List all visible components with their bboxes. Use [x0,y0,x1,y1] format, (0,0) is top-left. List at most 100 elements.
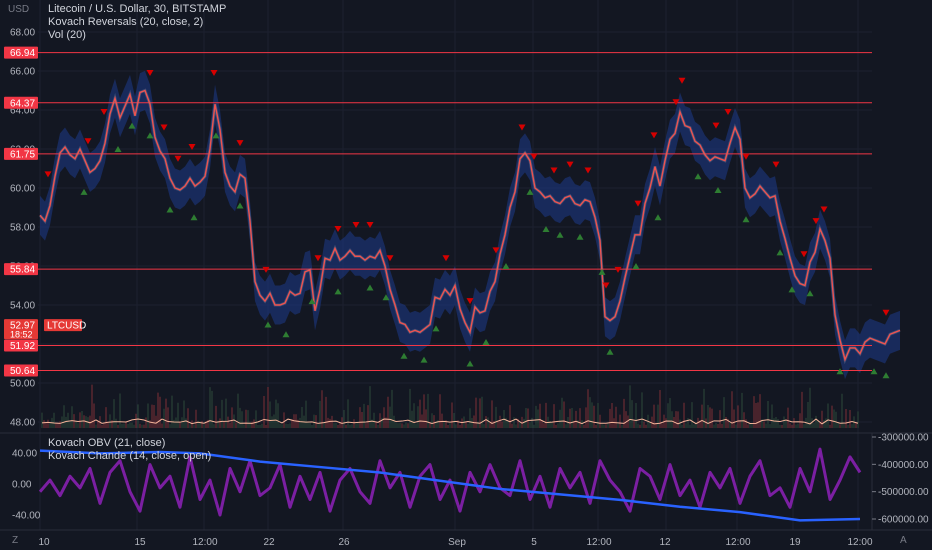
osc-tick-label: 40.00 [12,449,37,460]
time-tick-label: 10 [38,537,50,548]
sell-marker [442,255,450,262]
study-volume[interactable]: Vol (20) [48,29,86,42]
osc-tick-label: -40.00 [12,511,41,522]
level-tag-text: 51.92 [10,341,35,352]
sell-marker [650,132,658,139]
sell-marker [772,161,780,168]
time-tick-label: 12 [659,537,671,548]
buy-marker [556,231,564,238]
price-tick-label: 60.00 [10,184,35,195]
sell-marker [160,124,168,131]
buy-marker [432,325,440,332]
time-tick-label: 12:00 [847,537,872,548]
symbol-title[interactable]: Litecoin / U.S. Dollar, 30, BITSTAMP [48,3,226,16]
buy-marker [576,233,584,240]
level-tag-text: 50.64 [10,366,35,377]
level-tag: 50.64 [4,364,38,377]
buy-marker [80,188,88,195]
time-tick-label: Sep [448,537,466,548]
buy-marker [598,268,606,275]
time-tick-label: 12:00 [725,537,750,548]
sell-marker [100,108,108,115]
price-tag-countdown: 18:52 [10,330,33,340]
sell-marker [882,309,890,316]
level-tag: 61.75 [4,147,38,160]
price-tick-label: 50.00 [10,379,35,390]
price-tick-label: 48.00 [10,418,35,429]
study-kovach-reversals[interactable]: Kovach Reversals (20, close, 2) [48,16,203,29]
sell-marker [634,200,642,207]
sell-marker [210,69,218,76]
level-tag-text: 61.75 [10,149,35,160]
sell-marker [584,167,592,174]
time-tick-label: 15 [134,537,146,548]
level-tag: 55.84 [4,263,38,276]
buy-marker [482,339,490,346]
sell-marker [518,124,526,131]
chart-canvas[interactable]: 68.0066.0064.0062.0060.0058.0056.0054.00… [0,0,932,550]
sell-marker [566,161,574,168]
price-tick-label: 66.00 [10,67,35,78]
buy-marker [466,360,474,367]
buy-marker [190,214,198,221]
symbol-tag-text: LTCUSD [47,321,86,332]
buy-marker [836,368,844,375]
level-tag-text: 64.37 [10,98,35,109]
sell-marker [614,266,622,273]
sell-marker [550,167,558,174]
obv-tick-label: -400000.00 [878,460,929,471]
sell-marker [236,140,244,147]
buy-marker [882,372,890,379]
time-tick-label: 5 [531,537,537,548]
obv-axis[interactable]: -300000.00 -400000.00 -500000.00 -600000.00 [871,433,929,531]
osc-tick-label: 0.00 [12,480,32,491]
time-tick-label: 26 [338,537,350,548]
obv-tick-label: -600000.00 [878,515,929,526]
time-tick-label: 19 [789,537,801,548]
time-tick-label: 12:00 [192,537,217,548]
obv-tick-label: -300000.00 [878,433,929,444]
buy-marker [366,284,374,291]
buy-marker [870,368,878,375]
buy-marker [334,288,342,295]
time-tick-label: 22 [263,537,275,548]
buy-marker [420,356,428,363]
volume-bars [41,384,859,428]
level-tag: 66.94 [4,46,38,59]
sell-marker [712,122,720,129]
buy-marker [282,331,290,338]
sell-marker [820,206,828,213]
sell-marker [44,171,52,178]
sell-marker [314,255,322,262]
buy-marker [264,321,272,328]
buy-marker [776,249,784,256]
level-tag: 51.92 [4,339,38,352]
level-tag-text: 66.94 [10,48,35,59]
buy-marker [166,206,174,213]
current-price-tag: 52.9718:52LTCUSD [4,319,86,340]
buy-marker [694,173,702,180]
obv-tick-label: -500000.00 [878,487,929,498]
buy-marker [606,348,614,355]
study-kovach-obv[interactable]: Kovach OBV (21, close) [48,437,165,450]
sell-marker [174,155,182,162]
timezone-z-label[interactable]: Z [12,535,18,546]
time-axis[interactable]: 10 15 12:00 22 26 Sep 5 12:00 12 12:00 19 12:00 [0,529,932,548]
price-tick-label: 54.00 [10,301,35,312]
price-tick-label: 58.00 [10,223,35,234]
buy-marker [654,214,662,221]
buy-marker [742,216,750,223]
sell-marker [146,69,154,76]
sell-marker [678,77,686,84]
time-tick-label: 12:00 [586,537,611,548]
auto-scale-a-button[interactable]: A [900,535,907,546]
level-tag: 64.37 [4,96,38,109]
price-tick-label: 68.00 [10,28,35,39]
buy-marker [400,352,408,359]
study-kovach-chande[interactable]: Kovach Chande (14, close, open) [48,450,211,463]
oscillator-axis[interactable]: 40.00 0.00 -40.00 [12,449,41,522]
sell-marker [724,108,732,115]
sell-marker [800,251,808,258]
buy-marker [236,202,244,209]
usd-label: USD [8,4,30,15]
